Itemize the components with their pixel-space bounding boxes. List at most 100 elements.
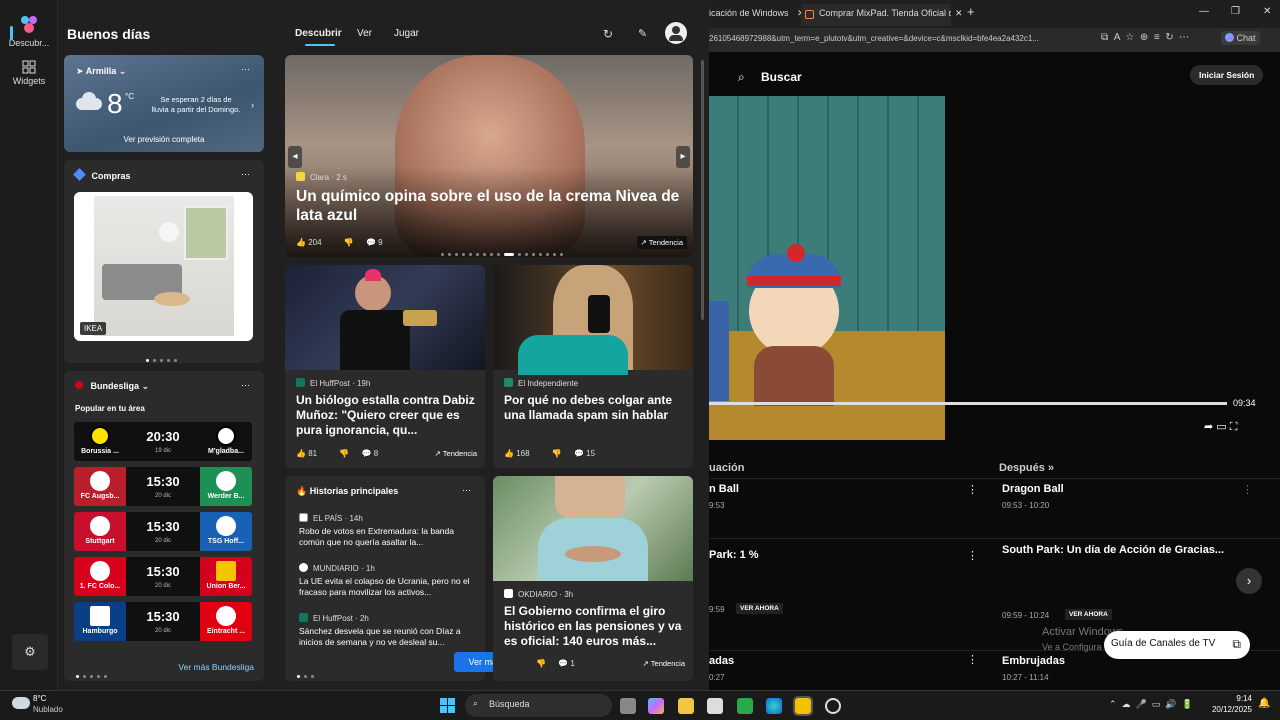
kebab-menu-icon[interactable]: ⋮ (967, 653, 978, 666)
carousel-dots[interactable] (297, 665, 318, 681)
file-explorer-icon[interactable] (678, 698, 694, 714)
settings-gear-icon[interactable]: ⚙ (12, 634, 48, 670)
bundesliga-header[interactable]: Bundesliga ⌄ (75, 381, 149, 392)
notifications-bell-icon[interactable]: 🔔 (1258, 698, 1270, 709)
task-view-icon[interactable] (620, 698, 636, 714)
spreadsheet-app-icon[interactable] (737, 698, 753, 714)
match-row[interactable]: 1. FC Colo... 15:30 20 dic Union Ber... (74, 557, 252, 596)
carousel-dots[interactable] (76, 665, 111, 681)
match-row[interactable]: FC Augsb... 15:30 20 dic Werder B... (74, 467, 252, 506)
more-options-icon[interactable]: ··· (241, 380, 250, 390)
share-icon[interactable]: ➦ (1204, 421, 1213, 433)
news-headline[interactable]: Un biólogo estalla contra Dabiz Muñoz: "… (296, 393, 478, 438)
close-window-icon[interactable]: ✕ (1263, 6, 1271, 17)
store-icon[interactable] (707, 698, 723, 714)
full-forecast-link[interactable]: Ver previsión completa (64, 135, 264, 144)
comment-button[interactable]: 💬 15 (574, 449, 605, 458)
news-card[interactable]: El Independiente Por qué no debes colgar… (493, 265, 693, 468)
login-button[interactable]: Iniciar Sesión (1190, 65, 1264, 85)
close-tab-icon[interactable]: ✕ (955, 8, 963, 19)
more-options-icon[interactable]: ··· (462, 485, 471, 495)
guide-row[interactable]: n Ball 9:53 ⋮ Dragon Ball 09:53 - 10:20 … (709, 478, 1280, 538)
comment-button[interactable]: 💬 9 (366, 238, 393, 247)
dislike-icon[interactable]: 👎 (339, 449, 349, 458)
more-options-icon[interactable]: ··· (241, 169, 250, 179)
carousel-prev-button[interactable]: ◂ (288, 146, 302, 168)
dislike-icon[interactable]: 👎 (552, 449, 562, 458)
chevron-right-icon[interactable]: › (251, 100, 254, 110)
sticky-notes-icon[interactable] (793, 696, 813, 716)
browser-tab[interactable]: icación de Windows ✕ (709, 8, 805, 19)
chevron-right-icon[interactable]: › (1236, 568, 1262, 594)
news-card[interactable]: OKDIARIO · 3h El Gobierno confirma el gi… (493, 476, 693, 681)
widgets-rail-item[interactable]: Widgets (0, 60, 58, 86)
weather-location-row[interactable]: ➤ Armilla ⌄ (76, 66, 126, 77)
more-options-icon[interactable]: ··· (241, 64, 250, 74)
story-item[interactable]: EL PAÍS · 14h Robo de votos en Extremadu… (299, 513, 479, 549)
tv-guide-button[interactable]: Guía de Canales de TV ⧉ (1104, 631, 1250, 659)
weather-card[interactable]: ➤ Armilla ⌄ ··· 8 °C Se esperan 2 días d… (64, 55, 264, 152)
pluto-search-label[interactable]: Buscar (761, 70, 802, 84)
kebab-menu-icon[interactable]: ⋮ (967, 483, 978, 496)
next-column-header[interactable]: Después » (999, 462, 1054, 474)
maximize-icon[interactable]: ❐ (1231, 6, 1240, 17)
more-bundesliga-link[interactable]: Ver más Bundesliga (178, 662, 254, 672)
tab-jugar[interactable]: Jugar (394, 28, 419, 39)
browser-tab-active[interactable]: Comprar MixPad. Tienda Oficial de (801, 4, 951, 26)
carousel-next-button[interactable]: ▸ (676, 146, 690, 168)
comment-button[interactable]: 💬 8 (362, 449, 389, 458)
copilot-chat-button[interactable]: Chat (1221, 31, 1260, 45)
taskbar-time[interactable]: 9:14 (1208, 694, 1252, 703)
story-item[interactable]: MUNDIARIO · 1h La UE evita el colapso de… (299, 563, 479, 599)
tab-ver[interactable]: Ver (357, 28, 372, 39)
search-icon[interactable]: ⌕ (738, 70, 745, 85)
taskbar-search[interactable]: ⌕ Búsqueda (465, 694, 612, 717)
comment-button[interactable]: 💬 1 (558, 659, 585, 668)
discover-rail-item[interactable]: Descubr... (0, 14, 58, 48)
news-headline[interactable]: Por qué no debes colgar ante una llamada… (504, 393, 686, 423)
taskbar-date[interactable]: 20/12/2025 (1200, 705, 1252, 714)
shopping-product-image[interactable]: IKEA (74, 192, 253, 341)
like-button[interactable]: 👍 168 (504, 449, 540, 458)
edge-browser-icon[interactable] (766, 698, 782, 714)
carousel-dots[interactable] (146, 349, 181, 363)
taskbar-weather-temp[interactable]: 8°C (33, 694, 46, 703)
panel-scrollbar[interactable] (701, 60, 704, 320)
kebab-menu-icon[interactable]: ⋮ (967, 549, 978, 562)
windows-start-icon[interactable] (440, 698, 456, 714)
watch-now-badge[interactable]: VER AHORA (736, 603, 783, 614)
like-button[interactable]: 👍 81 (296, 449, 327, 458)
tab-descubrir[interactable]: Descubrir (295, 28, 345, 46)
app-icon[interactable] (825, 698, 841, 714)
kebab-menu-icon[interactable]: ⋮ (1242, 483, 1253, 496)
toolbar-icons[interactable]: ⧉ A ☆ ⊕ ≡ ↻ ⋯ (1101, 32, 1189, 43)
like-button[interactable]: 👍 204 (296, 238, 332, 247)
hero-news-card[interactable]: ◂ ▸ Clara · 2 s Un químico opina sobre e… (285, 55, 693, 257)
profile-avatar[interactable] (665, 22, 687, 44)
taskbar-weather-desc[interactable]: Nublado (33, 705, 63, 714)
video-player[interactable] (709, 96, 945, 440)
dislike-icon[interactable]: 👎 (536, 659, 546, 668)
match-row[interactable]: Stuttgart 15:30 20 dic TSG Hoff... (74, 512, 252, 551)
system-tray-icons[interactable]: ⌃ ☁ 🎤 ▭ 🔊 🔋 (1109, 699, 1193, 710)
miniplayer-icon[interactable]: ▭ (1216, 421, 1226, 433)
guide-row[interactable]: Park: 1 % 9:59 VER AHORA ⋮ South Park: U… (709, 538, 1280, 620)
match-row[interactable]: Hamburgo 15:30 20 dic Eintracht ... (74, 602, 252, 641)
watch-now-badge[interactable]: VER AHORA (1065, 609, 1112, 620)
refresh-icon[interactable]: ↻ (603, 27, 613, 41)
copilot-icon[interactable] (648, 698, 664, 714)
story-item[interactable]: El HuffPost · 2h Sánchez desvela que se … (299, 613, 479, 649)
fullscreen-icon[interactable]: ⛶ (1230, 421, 1238, 433)
address-bar[interactable]: 26105468972988&utm_term=e_plutotv&utm_cr… (709, 28, 1280, 52)
hero-headline[interactable]: Un químico opina sobre el uso de la crem… (296, 187, 686, 226)
new-tab-icon[interactable]: + (967, 4, 975, 19)
weather-cloud-icon[interactable] (12, 697, 30, 709)
hero-carousel-dots[interactable] (441, 243, 567, 257)
dislike-icon[interactable]: 👎 (344, 238, 354, 247)
pin-icon[interactable]: ✎ (638, 27, 647, 40)
player-controls[interactable]: ➦ ▭ ⛶ (1204, 420, 1237, 434)
news-headline[interactable]: El Gobierno confirma el giro histórico e… (504, 604, 686, 649)
match-row[interactable]: Borussia ... 20:30 19 dic M'gladba... (74, 422, 252, 461)
news-card[interactable]: El HuffPost · 19h Un biólogo estalla con… (285, 265, 485, 468)
minimize-icon[interactable]: — (1199, 6, 1209, 17)
